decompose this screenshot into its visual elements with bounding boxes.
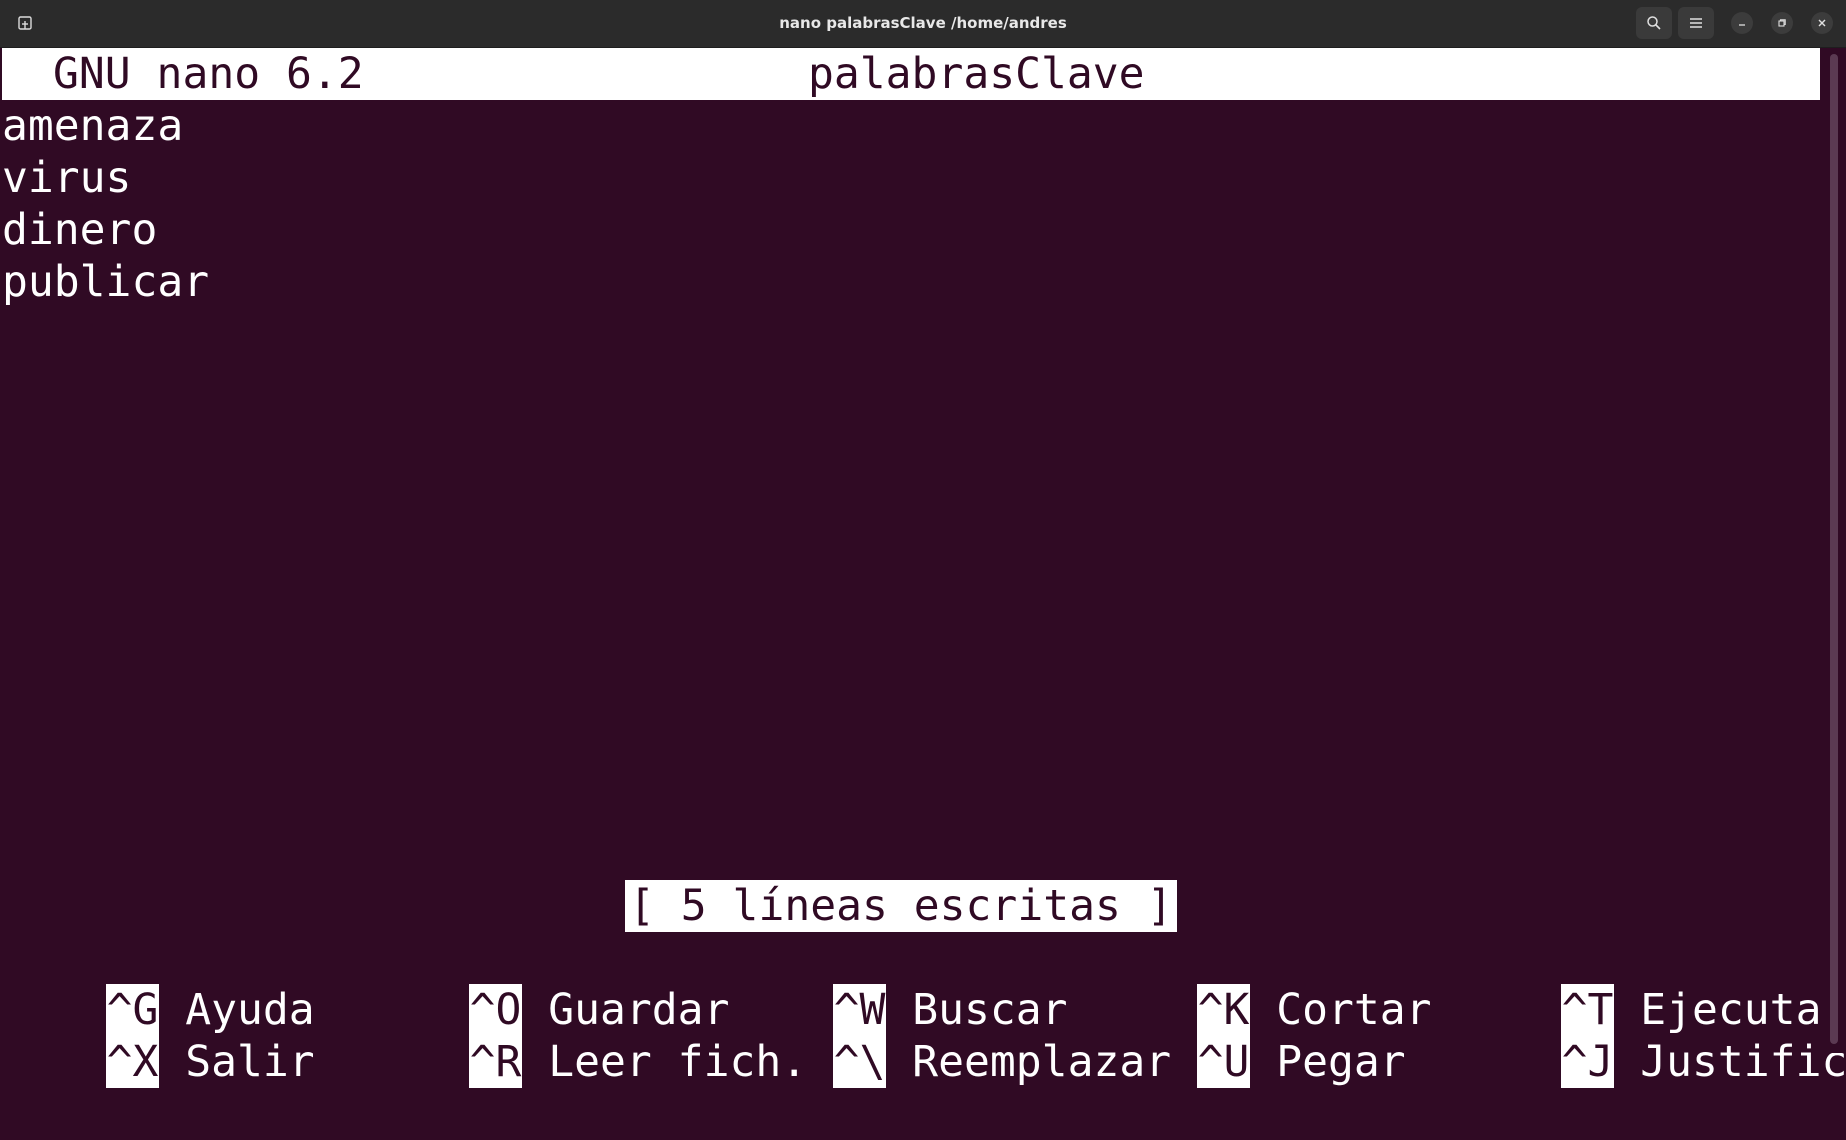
window-title: nano palabrasClave /home/andres: [779, 14, 1067, 32]
nano-version: GNU nano 6.2: [53, 49, 364, 99]
window-titlebar: nano palabrasClave /home/andres: [0, 0, 1846, 48]
terminal-area[interactable]: GNU nano 6.2 palabrasClave amenaza virus…: [0, 48, 1846, 1088]
status-message: [ 5 líneas escritas ]: [625, 880, 1177, 932]
hamburger-menu-icon: [1690, 18, 1702, 28]
new-tab-button[interactable]: [10, 8, 40, 38]
nano-header-bar: GNU nano 6.2 palabrasClave: [2, 48, 1820, 100]
shortcut-key: ^\: [832, 1036, 887, 1088]
new-tab-icon: [18, 16, 32, 30]
close-button[interactable]: [1811, 12, 1833, 34]
close-icon: [1818, 19, 1826, 27]
shortcut-justify[interactable]: ^J Justificar: [1457, 984, 1846, 1088]
shortcut-exit[interactable]: ^X Salir: [2, 984, 315, 1088]
shortcut-cut[interactable]: ^K Cortar: [1093, 932, 1432, 1036]
shortcut-help[interactable]: ^G Ayuda: [2, 932, 315, 1036]
minimize-button[interactable]: [1731, 12, 1753, 34]
terminal-scrollbar[interactable]: [1822, 48, 1846, 1053]
text-line[interactable]: amenaza: [2, 100, 183, 152]
scrollbar-thumb[interactable]: [1830, 54, 1838, 1044]
text-line[interactable]: publicar: [2, 256, 209, 308]
shortcut-key: ^X: [105, 1036, 160, 1088]
text-line[interactable]: virus: [2, 152, 131, 204]
minimize-icon: [1739, 24, 1745, 26]
file-name: palabrasClave: [808, 49, 1145, 99]
shortcut-search[interactable]: ^W Buscar: [729, 932, 1068, 1036]
text-line[interactable]: dinero: [2, 204, 157, 256]
restore-icon: [1778, 19, 1786, 27]
search-button[interactable]: [1636, 7, 1672, 39]
menu-button[interactable]: [1678, 7, 1714, 39]
shortcut-label: Salir: [185, 1037, 315, 1087]
shortcut-execute[interactable]: ^T Ejecutar: [1457, 932, 1846, 1036]
search-icon: [1647, 16, 1661, 30]
shortcut-key: ^U: [1196, 1036, 1251, 1088]
shortcut-label: Justificar: [1640, 1037, 1846, 1087]
shortcut-paste[interactable]: ^U Pegar: [1093, 984, 1406, 1088]
maximize-button[interactable]: [1771, 12, 1793, 34]
shortcut-save[interactable]: ^O Guardar: [365, 932, 729, 1036]
shortcut-label: Pegar: [1276, 1037, 1406, 1087]
shortcut-key: ^R: [468, 1036, 523, 1088]
shortcut-key: ^J: [1560, 1036, 1615, 1088]
